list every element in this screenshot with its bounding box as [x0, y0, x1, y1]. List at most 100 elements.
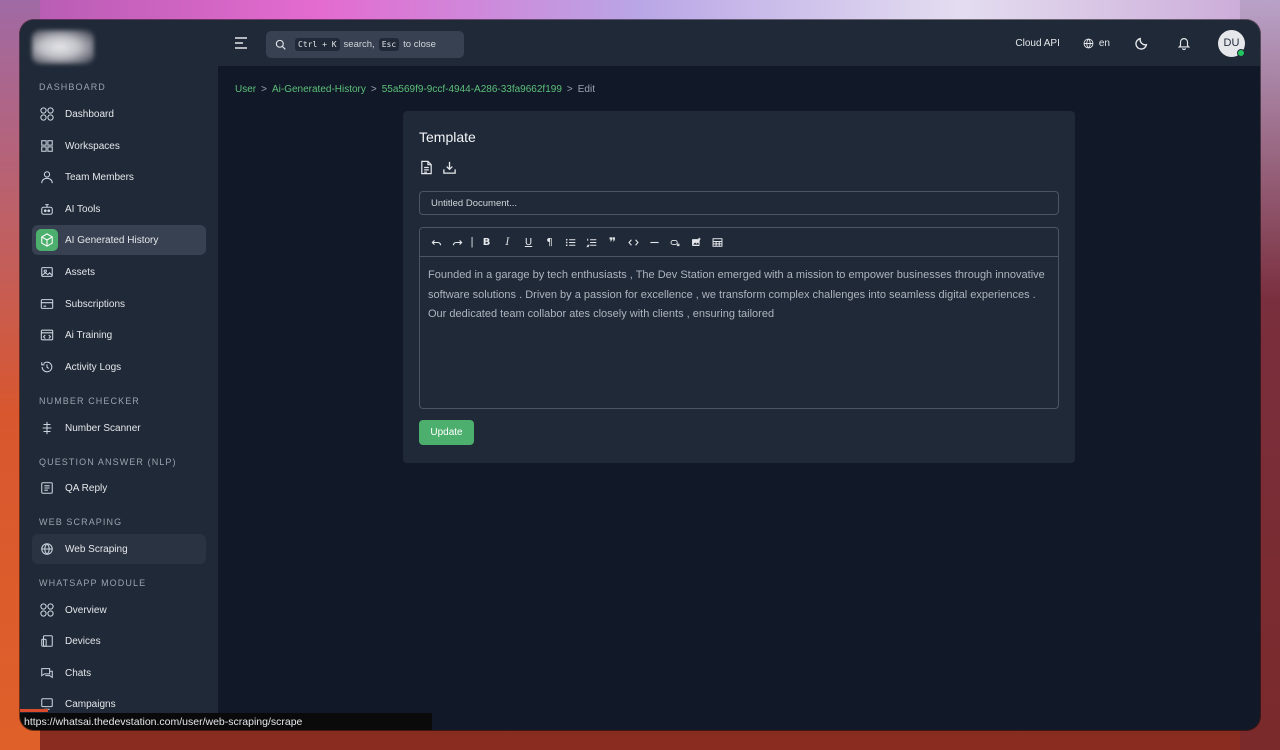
sidebar-item-label: Dashboard	[65, 108, 114, 120]
sidebar-item-subscriptions[interactable]: Subscriptions	[32, 289, 206, 319]
breadcrumb-record-id[interactable]: 55a569f9-9ccf-4944-A286-33fa9662f199	[382, 84, 562, 95]
breadcrumb-edit: Edit	[577, 84, 595, 95]
cloud-api-link[interactable]: Cloud API	[1015, 38, 1059, 49]
sidebar-item-label: AI Generated History	[65, 234, 159, 246]
sidebar-item-assets[interactable]: Assets	[32, 257, 206, 287]
scanner-icon	[36, 417, 58, 439]
sidebar-item-label: Team Members	[65, 171, 134, 183]
document-title-input[interactable]: Untitled Document...	[419, 191, 1059, 215]
undo-icon[interactable]	[426, 232, 447, 252]
breadcrumb-separator: >	[261, 84, 267, 95]
redo-icon[interactable]	[447, 232, 468, 252]
avatar-initials: DU	[1223, 37, 1240, 49]
section-title-whatsapp-module: WHATSAPP MODULE	[39, 578, 147, 588]
table-icon[interactable]	[707, 232, 728, 252]
breadcrumb-user[interactable]: User	[235, 84, 256, 95]
search-escape-key: Esc	[378, 38, 400, 51]
section-title-number-checker: NUMBER CHECKER	[39, 396, 140, 406]
code-window-icon	[36, 324, 58, 346]
language-selector[interactable]: en	[1083, 38, 1110, 49]
topbar: Ctrl + K search, Esc to close Cloud API …	[218, 20, 1260, 66]
sidebar-item-label: Devices	[65, 635, 101, 647]
document-title-placeholder: Untitled Document...	[431, 197, 518, 209]
search-icon	[275, 39, 286, 50]
image-icon	[36, 261, 58, 283]
ordered-list-icon[interactable]	[581, 232, 602, 252]
sidebar-item-overview[interactable]: Overview	[32, 595, 206, 625]
sidebar-item-activity-logs[interactable]: Activity Logs	[32, 352, 206, 382]
file-icon[interactable]	[419, 160, 434, 180]
sidebar-item-web-scraping[interactable]: Web Scraping	[32, 534, 206, 564]
page-title: Template	[419, 129, 476, 145]
quote-icon[interactable]: ❞	[602, 232, 623, 252]
chat-icon	[36, 662, 58, 684]
devices-icon	[36, 630, 58, 652]
cube-icon	[36, 229, 58, 251]
menu-toggle-icon[interactable]	[233, 36, 249, 50]
grid-squares-icon	[36, 135, 58, 157]
download-icon[interactable]	[442, 160, 457, 180]
grid-circles-icon	[36, 103, 58, 125]
sidebar-item-number-scanner[interactable]: Number Scanner	[32, 413, 206, 443]
browser-window: DASHBOARD Dashboard Workspaces Team Memb…	[20, 20, 1260, 730]
bold-icon[interactable]: B	[476, 232, 497, 252]
globe-icon	[1083, 38, 1094, 48]
code-icon[interactable]	[623, 232, 644, 252]
moon-icon[interactable]	[1134, 35, 1150, 51]
sidebar-item-label: Ai Training	[65, 329, 113, 341]
sidebar-item-chats[interactable]: Chats	[32, 658, 206, 688]
sidebar-item-label: Overview	[65, 604, 107, 616]
document-icon	[36, 477, 58, 499]
breadcrumb-separator: >	[370, 84, 377, 95]
avatar[interactable]: DU	[1218, 29, 1245, 57]
sidebar-item-label: AI Tools	[65, 203, 101, 215]
section-title-web-scraping: WEB SCRAPING	[39, 517, 123, 527]
bell-icon[interactable]	[1176, 35, 1192, 51]
logo[interactable]	[32, 30, 94, 64]
sidebar-item-label: Activity Logs	[65, 361, 122, 373]
rich-text-editor[interactable]: | B I U ¶ ❞ Founded in a garage by tech …	[419, 227, 1059, 409]
link-icon[interactable]	[665, 232, 686, 252]
bullet-list-icon[interactable]	[560, 232, 581, 252]
sidebar-item-label: Campaigns	[65, 698, 116, 710]
editor-content[interactable]: Founded in a garage by tech enthusiasts …	[420, 257, 1058, 325]
breadcrumb-separator: >	[566, 84, 573, 95]
sidebar-item-ai-tools[interactable]: AI Tools	[32, 194, 206, 224]
grid-circles-icon	[36, 599, 58, 621]
section-title-question-answer: QUESTION ANSWER (NLP)	[39, 457, 177, 467]
sidebar-item-devices[interactable]: Devices	[32, 626, 206, 656]
sidebar-item-dashboard[interactable]: Dashboard	[32, 99, 206, 129]
toolbar-divider: |	[470, 236, 474, 248]
card-icon	[36, 293, 58, 315]
editor-toolbar: | B I U ¶ ❞	[420, 228, 1058, 257]
section-title-dashboard: DASHBOARD	[39, 82, 106, 92]
sidebar-item-ai-generated-history[interactable]: AI Generated History	[32, 225, 206, 255]
image-insert-icon[interactable]	[686, 232, 707, 252]
online-status-dot	[1237, 48, 1245, 57]
sidebar-item-label: Number Scanner	[65, 422, 141, 434]
underline-icon[interactable]: U	[518, 232, 539, 252]
sidebar-item-label: Web Scraping	[65, 543, 128, 555]
sidebar-item-ai-training[interactable]: Ai Training	[32, 320, 206, 350]
sidebar-item-label: QA Reply	[65, 482, 108, 494]
sidebar-item-qa-reply[interactable]: QA Reply	[32, 473, 206, 503]
search-hint-text-2: to close	[403, 39, 436, 50]
horizontal-rule-icon[interactable]	[644, 232, 665, 252]
update-button[interactable]: Update	[419, 420, 474, 445]
document-tools	[419, 160, 457, 180]
breadcrumb: User > Ai-Generated-History > 55a569f9-9…	[235, 84, 595, 95]
search-hint-text: search,	[343, 39, 375, 50]
paragraph-icon[interactable]: ¶	[539, 232, 560, 252]
sidebar-item-label: Chats	[65, 667, 92, 679]
globe-icon	[36, 538, 58, 560]
robot-icon	[36, 198, 58, 220]
breadcrumb-ai-generated-history[interactable]: Ai-Generated-History	[272, 84, 366, 95]
history-icon	[36, 356, 58, 378]
link-preview-statusbar: https://whatsai.thedevstation.com/user/w…	[20, 713, 432, 730]
italic-icon[interactable]: I	[497, 232, 518, 252]
sidebar-item-workspaces[interactable]: Workspaces	[32, 131, 206, 161]
search-bar[interactable]: Ctrl + K search, Esc to close	[266, 31, 464, 58]
template-card: Template Untitled Document... | B I U ¶	[403, 111, 1075, 463]
sidebar-item-team-members[interactable]: Team Members	[32, 162, 206, 192]
user-icon	[36, 166, 58, 188]
